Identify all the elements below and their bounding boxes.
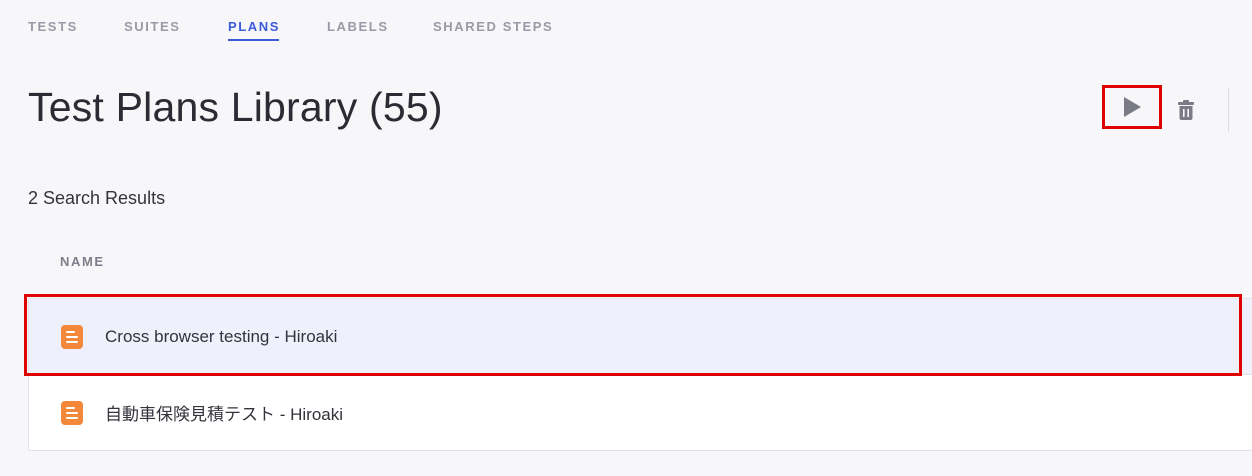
tab-shared-steps[interactable]: SHARED STEPS — [433, 0, 553, 41]
plan-name: Cross browser testing - Hiroaki — [105, 326, 338, 346]
toolbar-divider — [1228, 88, 1229, 132]
test-plans-list: Cross browser testing - Hiroaki 自動車保険見積テ… — [28, 298, 1252, 451]
tab-suites[interactable]: SUITES — [124, 0, 180, 41]
delete-plan-button[interactable] — [1172, 96, 1200, 124]
library-tabs: TESTS SUITES PLANS LABELS SHARED STEPS — [28, 0, 601, 42]
tab-tests[interactable]: TESTS — [28, 0, 76, 41]
test-plans-page: TESTS SUITES PLANS LABELS SHARED STEPS T… — [0, 0, 1252, 476]
test-plan-icon — [61, 324, 83, 349]
table-row[interactable]: Cross browser testing - Hiroaki — [29, 299, 1252, 375]
play-icon — [1124, 97, 1141, 117]
search-results-count: 2 Search Results — [28, 188, 166, 208]
trash-icon — [1178, 100, 1194, 120]
plan-name: 自動車保険見積テスト - Hiroaki — [105, 405, 344, 424]
tab-plans[interactable]: PLANS — [228, 0, 279, 41]
column-header-name[interactable]: NAME — [60, 254, 105, 269]
table-row[interactable]: 自動車保険見積テスト - Hiroaki — [29, 375, 1252, 451]
test-plan-icon — [61, 400, 83, 425]
run-plan-button[interactable] — [1102, 85, 1162, 129]
tab-labels[interactable]: LABELS — [327, 0, 387, 41]
page-title: Test Plans Library (55) — [28, 84, 443, 130]
